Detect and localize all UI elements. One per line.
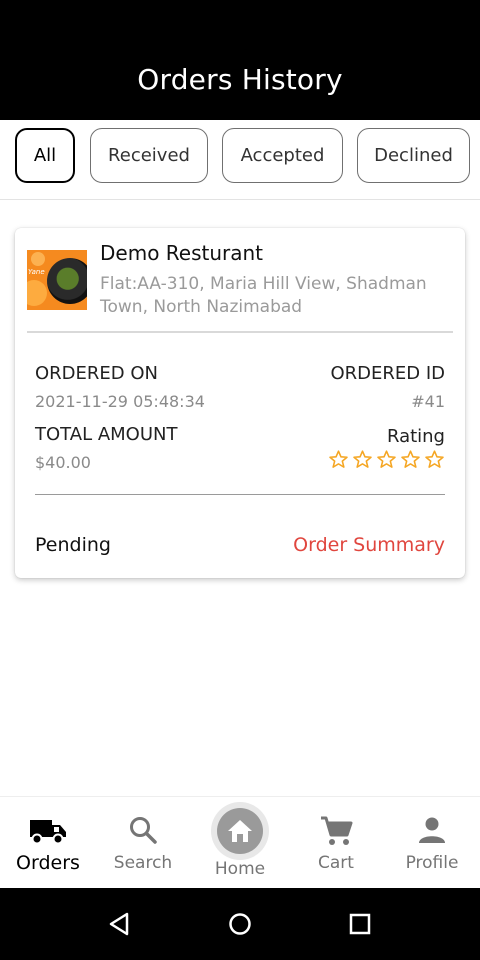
restaurant-address: Flat:AA-310, Maria Hill View, Shadman To… [100,274,427,317]
home-icon [228,820,252,842]
cart-icon [321,816,353,845]
search-icon [130,817,157,844]
order-status: Pending [35,534,111,556]
thumbnail-text: Yane [28,268,45,276]
nav-label-search: Search [113,853,173,873]
person-icon [419,817,445,843]
card-divider [27,331,453,333]
nav-item-orders[interactable]: Orders [0,797,96,889]
nav-label-profile: Profile [405,853,459,873]
filter-chip-accepted[interactable]: Accepted [222,128,343,183]
nav-label-cart: Cart [318,853,354,873]
home-button-circle [217,808,263,854]
rating-stars[interactable] [328,449,445,470]
star-icon[interactable] [400,449,421,470]
ordered-id-label: ORDERED ID [330,363,445,384]
nav-item-search[interactable]: Search [95,797,191,889]
order-summary-link[interactable]: Order Summary [293,534,445,556]
system-nav-bar [0,888,480,960]
ordered-on-label: ORDERED ON [35,363,159,384]
restaurant-thumbnail: Yane [27,250,87,310]
ordered-id-value: #41 [411,392,445,411]
nav-item-home[interactable]: Home [192,797,288,889]
app-header: Orders History [0,0,480,120]
rating-label: Rating [386,426,445,447]
bottom-nav: Orders Search Home Cart Profile [0,796,480,888]
back-icon[interactable] [105,910,133,938]
nav-item-profile[interactable]: Profile [384,797,480,889]
recents-icon[interactable] [346,910,374,938]
restaurant-name: Demo Resturant [100,241,264,265]
filter-chip-declined[interactable]: Declined [357,128,470,183]
home-circle-icon[interactable] [226,910,254,938]
truck-icon [30,820,66,845]
star-icon[interactable] [328,449,349,470]
star-icon[interactable] [352,449,373,470]
filter-chip-all[interactable]: All [15,128,75,183]
filter-bar: All Received Accepted Declined [0,120,480,200]
nav-label-orders: Orders [16,852,80,874]
nav-label-home: Home [214,859,266,879]
nav-item-cart[interactable]: Cart [288,797,384,889]
filter-chip-received[interactable]: Received [90,128,208,183]
total-amount-label: TOTAL AMOUNT [35,424,178,445]
ordered-on-value: 2021-11-29 05:48:34 [35,392,205,411]
order-card[interactable]: Yane Demo Resturant Flat:AA-310, Maria H… [15,228,465,578]
page-title: Orders History [137,63,343,96]
total-amount-value: $40.00 [35,453,91,472]
star-icon[interactable] [424,449,445,470]
star-icon[interactable] [376,449,397,470]
card-divider-bottom [35,494,445,495]
